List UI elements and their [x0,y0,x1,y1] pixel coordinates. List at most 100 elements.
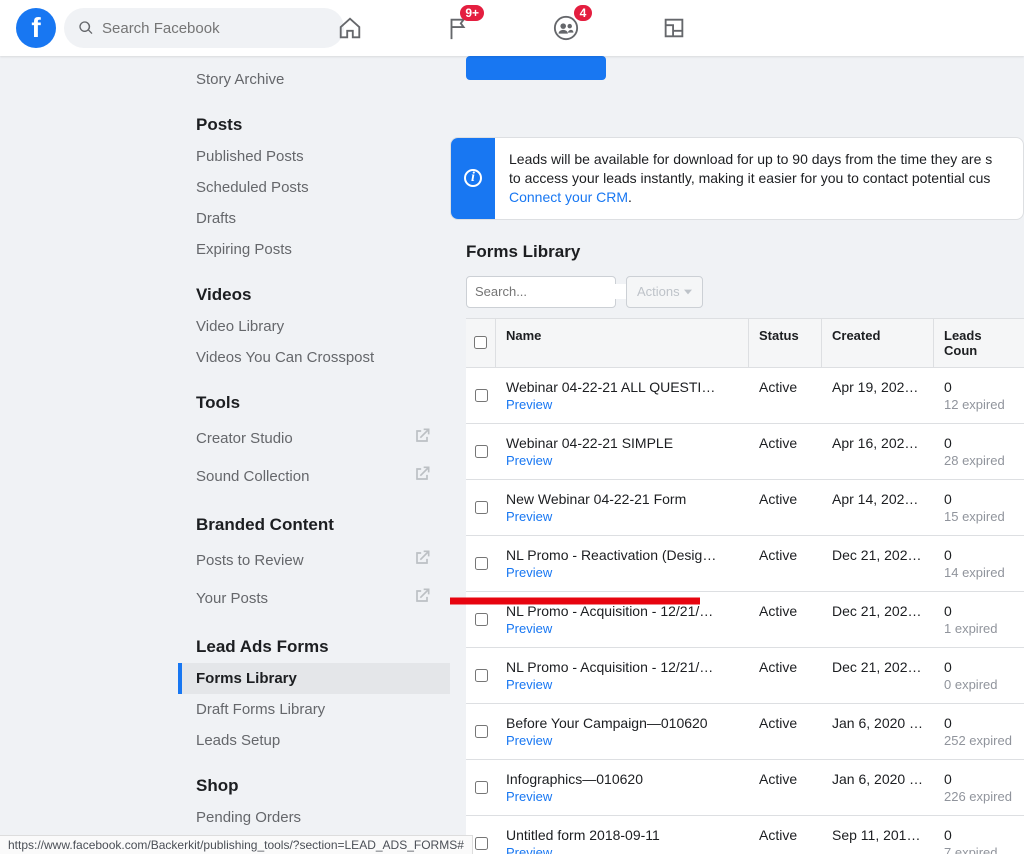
leads-expired: 28 expired [944,453,1014,468]
chevron-down-icon [684,288,692,296]
leads-expired: 226 expired [944,789,1014,804]
row-checkbox[interactable] [475,837,488,850]
sidebar-item[interactable]: Video Library [178,311,450,342]
sidebar-item[interactable]: Pending Orders [178,802,450,833]
select-all-checkbox[interactable] [474,336,487,349]
leads-expired: 0 expired [944,677,1014,692]
sidebar-item-label: Scheduled Posts [196,179,309,196]
nav-home[interactable] [300,3,400,53]
leads-expired: 252 expired [944,733,1014,748]
sidebar-item[interactable]: Creator Studio [178,419,450,457]
external-icon [412,586,432,610]
form-name: NL Promo - Reactivation (Desig… [506,547,739,563]
table-row: NL Promo - Reactivation (Desig…PreviewAc… [466,536,1024,592]
sidebar-item[interactable]: Sound Collection [178,457,450,495]
created-cell: Jan 6, 2020 … [822,760,934,815]
row-checkbox[interactable] [475,725,488,738]
sidebar-item[interactable]: Expiring Posts [178,234,450,265]
preview-link[interactable]: Preview [506,397,739,412]
groups-icon [553,15,579,41]
leads-expired: 7 expired [944,845,1014,854]
form-name: Webinar 04-22-21 ALL QUESTI… [506,379,739,395]
row-checkbox[interactable] [475,557,488,570]
preview-link[interactable]: Preview [506,565,739,580]
col-leads[interactable]: Leads Coun [934,319,1024,367]
sidebar-item[interactable]: Scheduled Posts [178,172,450,203]
search-input[interactable] [102,20,330,37]
sidebar-section-title: Posts [178,109,450,141]
row-checkbox[interactable] [475,445,488,458]
sidebar-item[interactable]: Your Posts [178,579,450,617]
table-row: Webinar 04-22-21 SIMPLEPreviewActiveApr … [466,424,1024,480]
row-checkbox[interactable] [475,501,488,514]
leads-expired: 12 expired [944,397,1014,412]
nav-pages[interactable]: 9+ [408,3,508,53]
sidebar-item[interactable]: Draft Forms Library [178,694,450,725]
created-cell: Dec 21, 2020… [822,592,934,647]
form-name: Webinar 04-22-21 SIMPLE [506,435,739,451]
row-checkbox[interactable] [475,613,488,626]
col-name[interactable]: Name [496,319,749,367]
sidebar-item[interactable]: Story Archive [178,64,450,95]
row-checkbox[interactable] [475,669,488,682]
col-created[interactable]: Created [822,319,934,367]
sidebar-section-title: Shop [178,770,450,802]
actions-dropdown[interactable]: Actions [626,276,703,308]
leads-count: 0 [944,603,1014,619]
main-content: x i Leads will be available for download… [450,56,1024,854]
table-row: New Webinar 04-22-21 FormPreviewActiveAp… [466,480,1024,536]
sidebar-item-label: Expiring Posts [196,241,292,258]
preview-link[interactable]: Preview [506,509,739,524]
form-name: NL Promo - Acquisition - 12/21/… [506,603,739,619]
sidebar-item-label: Posts to Review [196,552,304,569]
sidebar-section-title: Lead Ads Forms [178,631,450,663]
table-row: Untitled form 2018-09-11 Preview ActiveSep… [466,816,1024,854]
badge-pages: 9+ [460,5,484,21]
preview-link[interactable]: Preview [506,453,739,468]
left-sidebar: Story Archive Posts Published Posts Schedul… [0,56,450,854]
sidebar-item[interactable]: Published Posts [178,141,450,172]
sidebar-item[interactable]: Videos You Can Crosspost [178,342,450,373]
table-row: Before Your Campaign—010620PreviewActive… [466,704,1024,760]
status-cell: Active [749,816,822,854]
row-checkbox[interactable] [475,389,488,402]
sidebar-item-label: Draft Forms Library [196,701,325,718]
leads-count: 0 [944,379,1014,395]
sidebar-item-label: Video Library [196,318,284,335]
preview-link[interactable]: Preview [506,677,739,692]
preview-link[interactable]: Preview [506,621,739,636]
sidebar-item[interactable]: Drafts [178,203,450,234]
connect-crm-link[interactable]: Connect your CRM [509,189,628,205]
top-nav: 9+ 4 [300,3,724,53]
library-search-input[interactable] [475,284,651,299]
sidebar-item-label: Forms Library [196,670,297,687]
created-cell: Apr 16, 2021… [822,424,934,479]
status-cell: Active [749,760,822,815]
facebook-logo[interactable]: f [16,8,56,48]
preview-link[interactable]: Preview [506,789,739,804]
nav-groups[interactable]: 4 [516,3,616,53]
preview-link[interactable]: Preview [506,845,739,854]
notice-line2: to access your leads instantly, making i… [509,170,990,186]
sidebar-item-label: Published Posts [196,148,304,165]
nav-gaming[interactable] [624,3,724,53]
preview-link[interactable]: Preview [506,733,739,748]
status-cell: Active [749,704,822,759]
sidebar-item-label: Sound Collection [196,468,309,485]
leads-count: 0 [944,715,1014,731]
sidebar-item[interactable]: Forms Library [178,663,450,694]
sidebar-section-title: Videos [178,279,450,311]
sidebar-item[interactable]: Leads Setup [178,725,450,756]
row-checkbox[interactable] [475,781,488,794]
sidebar-item-label: Leads Setup [196,732,280,749]
created-cell: Sep 11, 2018… [822,816,934,854]
col-status[interactable]: Status [749,319,822,367]
sidebar-item[interactable]: Posts to Review [178,541,450,579]
status-cell: Active [749,368,822,423]
info-icon: i [451,138,495,219]
status-cell: Active [749,648,822,703]
leads-count: 0 [944,435,1014,451]
form-name: Untitled form 2018-09-11 [506,827,739,843]
library-search[interactable] [466,276,616,308]
table-header: Name Status Created Leads Coun [466,319,1024,368]
